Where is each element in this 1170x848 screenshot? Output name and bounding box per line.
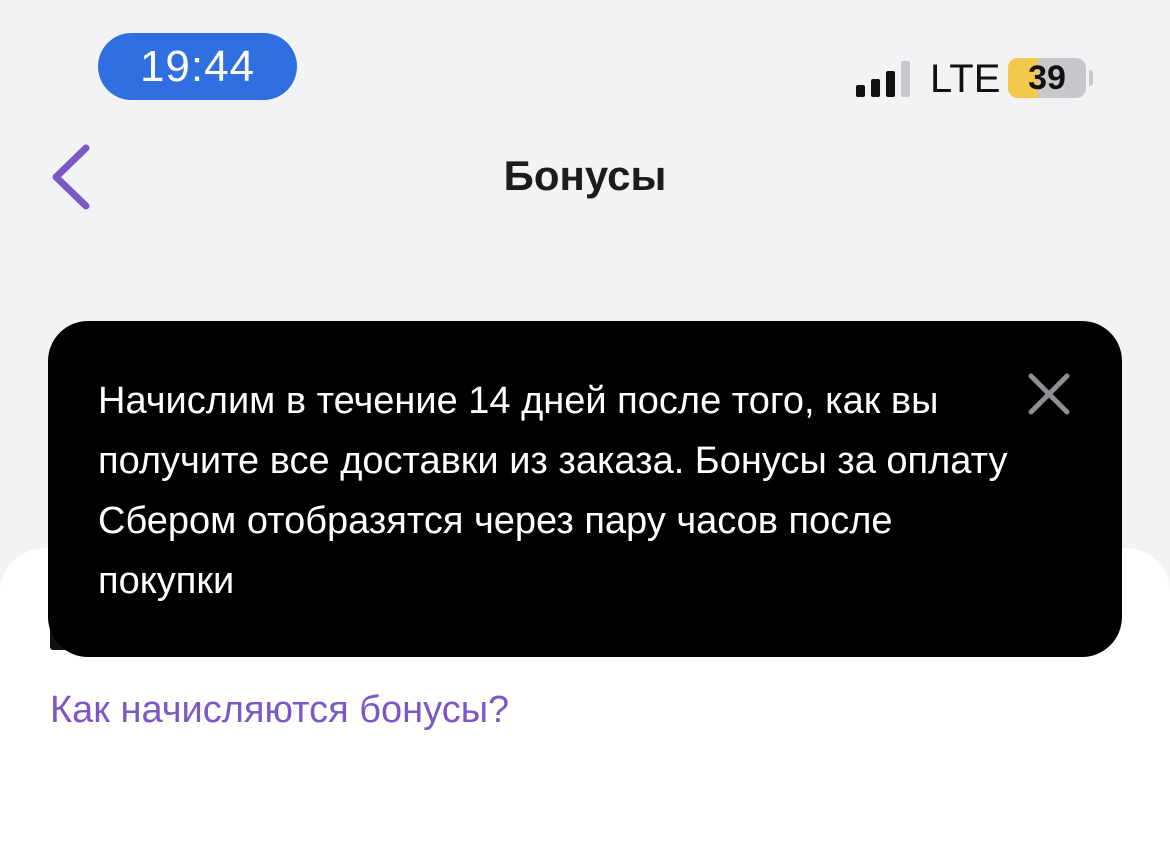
info-tooltip: Начислим в течение 14 дней после того, к… — [48, 321, 1122, 657]
how-bonuses-link[interactable]: Как начисляются бонусы? — [50, 686, 509, 734]
tooltip-text: Начислим в течение 14 дней после того, к… — [98, 380, 1008, 602]
battery-tip — [1089, 70, 1093, 86]
battery-level: 39 — [1028, 59, 1066, 97]
close-icon — [1028, 373, 1070, 415]
battery-icon: 39 — [1008, 58, 1086, 98]
tooltip-close-button[interactable] — [1024, 369, 1074, 419]
network-type: LTE — [930, 57, 1001, 101]
page-title: Бонусы — [503, 152, 667, 199]
signal-strength-icon — [856, 59, 912, 97]
status-time: 19:44 — [98, 33, 297, 100]
